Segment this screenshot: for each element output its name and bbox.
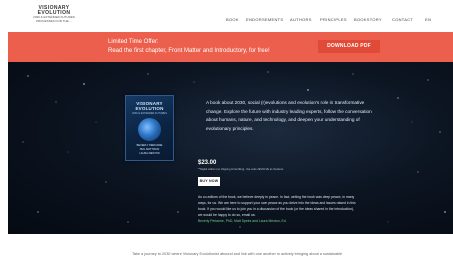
description-line: about humans, nature, and technology, an… (206, 117, 360, 122)
nav-item-authors[interactable]: AUTHORS (290, 17, 312, 22)
book-author-1: BEVERLY PERIANNE (136, 144, 163, 147)
book-subtitle: 2030 & EXTENDED FUTURES (132, 112, 167, 115)
hero-section: VISIONARY EVOLUTION 2030 & EXTENDED FUTU… (8, 62, 453, 234)
offer-title: Limited Time Offer: (108, 39, 159, 45)
book-description: A book about 2030, social (r)evolutions … (206, 99, 386, 133)
site-logo[interactable]: VISIONARY EVOLUTION 2030 & EXTENDED FUTU… (30, 6, 78, 23)
page: VISIONARY EVOLUTION 2030 & EXTENDED FUTU… (0, 0, 453, 262)
nav-item-endorsements[interactable]: ENDORSEMENTS (246, 17, 283, 22)
book-title-line-2: EVOLUTION (135, 106, 164, 111)
book-price: $23.00 (198, 160, 217, 166)
book-author-3: LAURA MESTON (139, 152, 160, 155)
intro-paragraph: Take a journey to 2030 where Visionary E… (132, 252, 343, 256)
buy-now-button[interactable]: BUY NOW (198, 177, 220, 186)
globe-icon (138, 118, 161, 141)
editors-note: As co-editors of the book, we believe de… (198, 194, 428, 224)
nav-item-principles[interactable]: PRINCIPLES (320, 17, 347, 22)
price-note: **Digital edition (no shipping & handlin… (198, 168, 284, 171)
download-pdf-button[interactable]: DOWNLOAD PDF (318, 40, 380, 53)
nav-item-language[interactable]: EN (425, 17, 431, 22)
nav-item-bookstory[interactable]: BOOKSTORY (354, 17, 382, 22)
site-header: VISIONARY EVOLUTION 2030 & EXTENDED FUTU… (0, 0, 453, 30)
description-line: change. Explore the future with industry… (206, 108, 372, 114)
book-author-2: PHIL MATTISON (139, 148, 160, 151)
editors-line-text: we would be happy to do so, email us: (198, 213, 256, 217)
logo-line-4: PROCESSES FOR THE ... (36, 18, 72, 23)
editors-email-links[interactable]: Beverly Perianne, PhD, Matt Speirs and L… (198, 219, 287, 223)
book-cover-image[interactable]: VISIONARY EVOLUTION 2030 & EXTENDED FUTU… (125, 95, 174, 161)
description-line: A book about 2030, social (r)evolutions … (206, 100, 365, 105)
nav-item-contact[interactable]: CONTACT (392, 17, 413, 22)
offer-text: Read the first chapter, Front Matter and… (108, 48, 270, 54)
editors-line-last: we would be happy to do so, email us: Be… (198, 212, 428, 224)
description-line: evolutionary principles. (206, 125, 254, 131)
offer-banner: Limited Time Offer: Read the first chapt… (8, 32, 453, 62)
nav-item-book[interactable]: BOOK (226, 17, 239, 22)
